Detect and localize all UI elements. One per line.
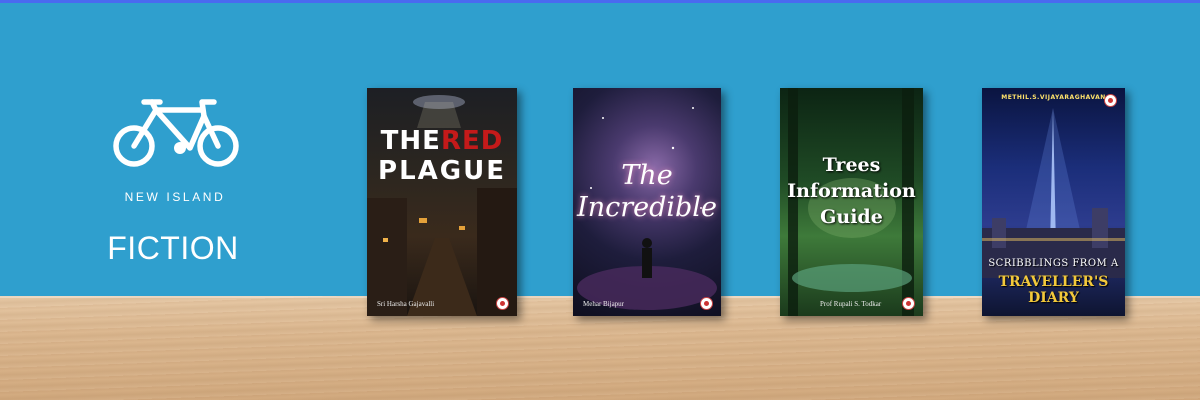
publisher-logo-icon — [496, 297, 509, 310]
bicycle-icon — [113, 99, 239, 167]
book-author: Sri Harsha Gajavalli — [377, 300, 435, 308]
book-title-line-1: SCRIBBLINGS FROM A — [988, 258, 1119, 269]
title-line-2: TRAVELLER'S — [998, 274, 1109, 290]
book-cover-scribblings-from-a-travellers-diary[interactable]: METHIL.S.VIJAYARAGHAVAN SCRIBBLINGS FROM… — [982, 88, 1125, 316]
genre-label: FICTION — [107, 230, 239, 266]
book-cover-the-incredible[interactable]: The Incredible Mehar Bijapur — [573, 88, 721, 316]
book-title: Trees Information Guide — [780, 152, 923, 230]
book-author: Prof Rupali S. Todkar — [820, 300, 882, 308]
book-author: Mehar Bijapur — [583, 300, 625, 308]
brand-block: NEW ISLAND FICTION — [96, 96, 256, 266]
publisher-logo-icon — [1104, 94, 1117, 107]
title-line-1: The — [621, 160, 673, 191]
alley-illustration — [367, 95, 517, 316]
book-cover-trees-information-guide[interactable]: Trees Information Guide Prof Rupali S. T… — [780, 88, 923, 316]
book-cover-the-red-plague[interactable]: THERED PLAGUE Sri Harsha Gajavalli — [367, 88, 517, 316]
publisher-logo-icon — [902, 297, 915, 310]
title-line-2: Incredible — [577, 192, 717, 223]
title-part-red: RED — [440, 126, 504, 156]
title-part-plague: PLAGUE — [378, 156, 506, 186]
title-part-the: THE — [380, 126, 441, 156]
title-line-3: Guide — [820, 206, 883, 228]
book-title: THERED PLAGUE — [367, 126, 517, 186]
imprint-name: NEW ISLAND — [124, 190, 226, 204]
title-line-2: Information — [787, 180, 916, 202]
book-title: The Incredible — [573, 160, 721, 224]
publisher-logo-icon — [700, 297, 713, 310]
title-line-3: DIARY — [1028, 290, 1079, 306]
title-line-1: Trees — [822, 154, 881, 176]
book-title-main: TRAVELLER'S DIARY — [982, 274, 1125, 306]
